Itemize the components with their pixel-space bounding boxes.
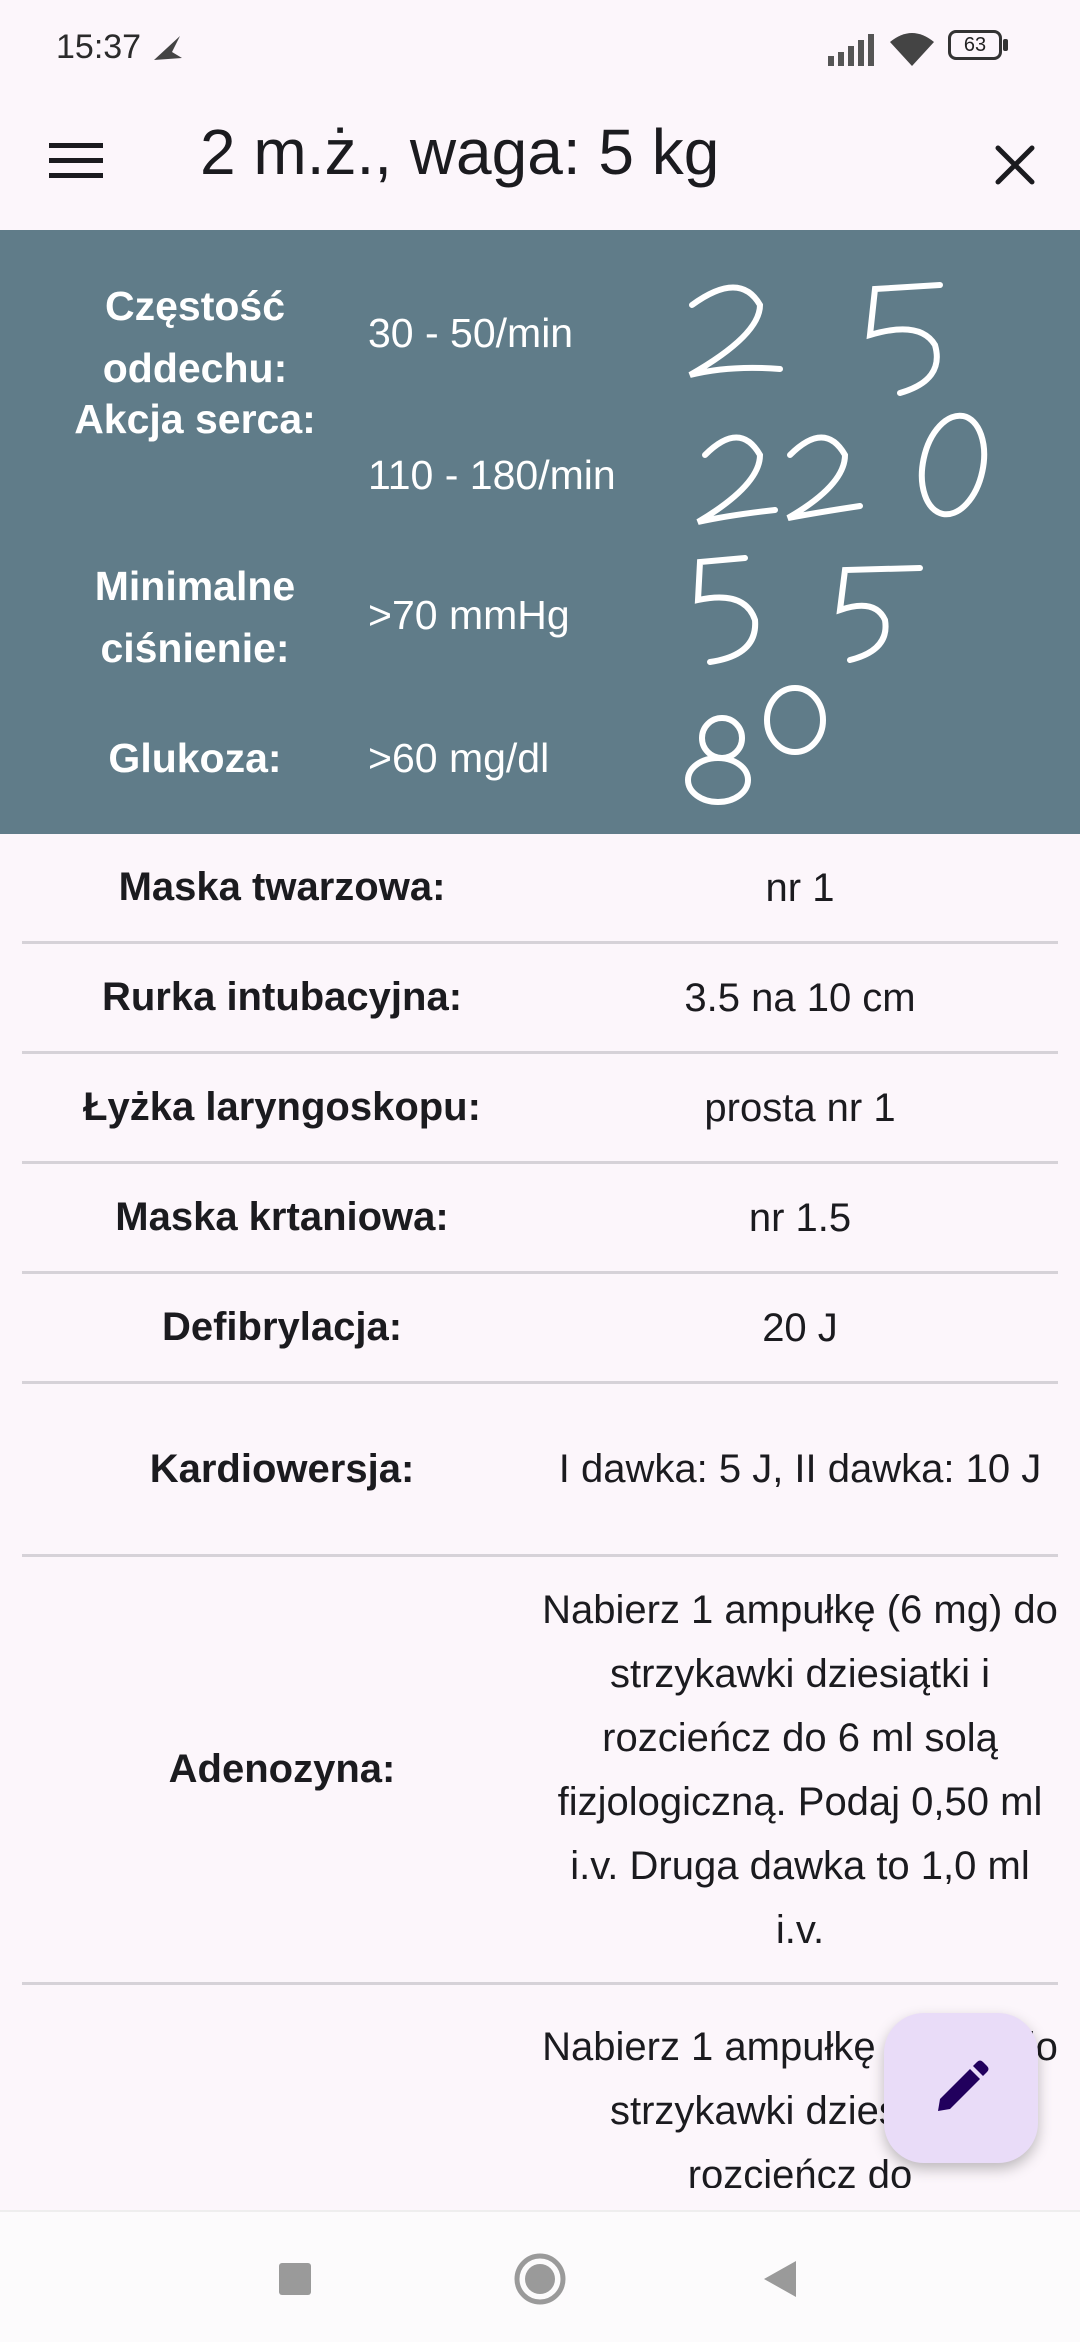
row-label: Maska twarzowa:	[118, 865, 446, 909]
vital-input-respiration[interactable]	[670, 275, 1050, 405]
battery-level: 63	[963, 33, 987, 56]
row-value: 20 J	[762, 1305, 838, 1350]
table-row: Kardiowersja: I dawka: 5 J, II dawka: 10…	[22, 1384, 1058, 1557]
notification-icon	[154, 36, 182, 60]
vitals-panel: Częstość oddechu: 30 - 50/min Akcja serc…	[0, 230, 1080, 834]
edit-button[interactable]	[884, 2013, 1038, 2163]
home-button[interactable]	[505, 2244, 575, 2314]
back-button[interactable]	[745, 2244, 815, 2314]
vital-input-heart-rate[interactable]	[670, 410, 1050, 540]
menu-button[interactable]	[40, 125, 112, 197]
row-value: nr 1	[765, 865, 835, 910]
app-bar: 2 m.ż., waga: 5 kg	[0, 95, 1080, 230]
recent-apps-button[interactable]	[260, 2244, 330, 2314]
row-label: Łyżka laryngoskopu:	[83, 1085, 481, 1129]
vital-range-glucose: >60 mg/dl	[368, 735, 550, 781]
vital-range-heart-rate: 110 - 180/min	[368, 452, 616, 498]
vital-range-respiration: 30 - 50/min	[368, 310, 574, 356]
vital-label-glucose: Glukoza:	[108, 735, 282, 781]
table-row: Łyżka laryngoskopu: prosta nr 1	[22, 1054, 1058, 1164]
battery-icon: 63	[948, 30, 1012, 64]
handwritten-value-heart-rate	[696, 412, 988, 525]
row-label: Maska krtaniowa:	[115, 1195, 449, 1239]
dosage-table: Maska twarzowa: nr 1 Rurka intubacyjna: …	[22, 834, 1058, 2188]
row-label: Adenozyna:	[168, 1747, 396, 1791]
home-icon	[514, 2253, 566, 2305]
vital-label-min-pressure: Minimalne ciśnienie:	[94, 563, 296, 671]
status-bar: 15:37 63	[0, 0, 1080, 95]
vital-label-heart-rate: Akcja serca:	[74, 396, 316, 442]
row-value: 3.5 na 10 cm	[684, 975, 916, 1020]
table-row: Maska twarzowa: nr 1	[22, 834, 1058, 944]
wifi-icon	[890, 33, 934, 66]
table-row: Defibrylacja: 20 J	[22, 1274, 1058, 1384]
handwritten-value-min-pressure	[694, 555, 923, 665]
close-icon	[995, 145, 1035, 185]
vital-label-respiration: Częstość oddechu:	[102, 283, 288, 391]
table-row: Adenozyna: Nabierz 1 ampułkę (6 mg) do s…	[22, 1557, 1058, 1985]
vital-input-min-pressure[interactable]	[670, 550, 1050, 680]
row-value: prosta nr 1	[704, 1085, 896, 1130]
vital-input-glucose[interactable]	[670, 680, 1050, 810]
scroll-content[interactable]: Maska twarzowa: nr 1 Rurka intubacyjna: …	[0, 834, 1080, 2188]
handwritten-value-glucose	[685, 685, 826, 805]
back-icon	[764, 2261, 796, 2297]
page-title: 2 m.ż., waga: 5 kg	[200, 116, 720, 188]
menu-icon	[49, 143, 103, 178]
handwritten-value-respiration	[688, 282, 943, 396]
row-value: I dawka: 5 J, II dawka: 10 J	[558, 1447, 1042, 1491]
status-time: 15:37	[56, 28, 142, 66]
close-button[interactable]	[975, 125, 1055, 205]
signal-icon	[828, 34, 874, 66]
system-nav-bar	[0, 2210, 1080, 2342]
row-label: Kardiowersja:	[149, 1446, 415, 1491]
row-value: Nabierz 1 ampułkę (6 mg) do strzykawki d…	[542, 1587, 1058, 1952]
row-label: Defibrylacja:	[161, 1305, 403, 1349]
table-row: Rurka intubacyjna: 3.5 na 10 cm	[22, 944, 1058, 1054]
row-value: nr 1.5	[748, 1195, 852, 1240]
vital-range-min-pressure: >70 mmHg	[368, 592, 570, 638]
row-label: Rurka intubacyjna:	[101, 975, 463, 1019]
table-row: Maska krtaniowa: nr 1.5	[22, 1164, 1058, 1274]
edit-pencil-icon	[938, 2060, 989, 2111]
recent-apps-icon	[279, 2263, 311, 2295]
